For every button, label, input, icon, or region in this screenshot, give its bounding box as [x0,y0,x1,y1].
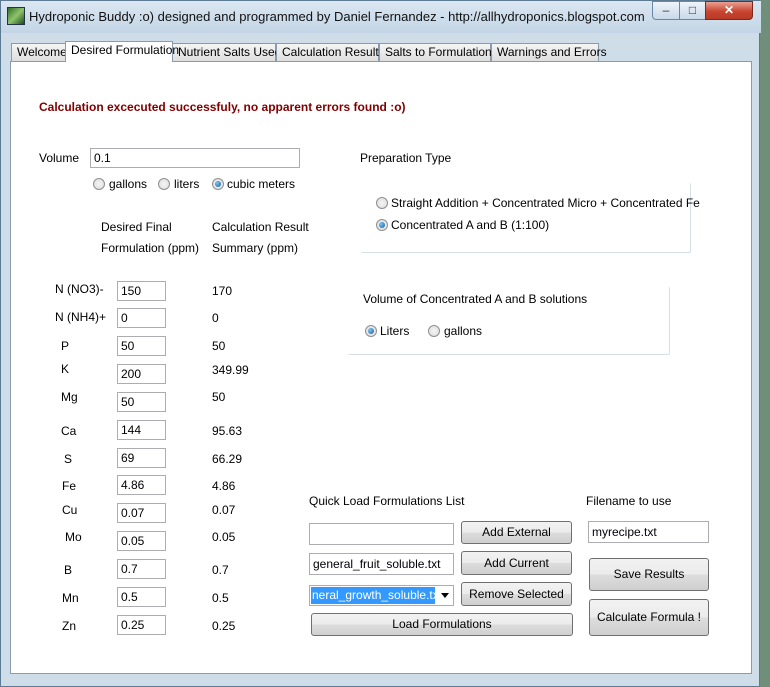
unit-liters-label[interactable]: liters [174,177,199,191]
nutrient-label-k: K [61,362,70,376]
plant-app-icon [7,7,25,25]
volume-label: Volume [39,151,80,165]
result-fe: 4.86 [212,479,236,493]
tab-salts-to-formulations[interactable]: Salts to Formulations [379,43,498,61]
calculate-formula-button[interactable]: Calculate Formula ! [589,599,709,636]
minimize-button[interactable]: – [652,1,680,20]
save-results-button[interactable]: Save Results [589,558,709,591]
nutrient-label-cu: Cu [62,503,78,517]
tab-desired-formulation[interactable]: Desired Formulation [65,41,179,62]
result-n-nh4: 0 [212,311,219,325]
nutrient-label-mg: Mg [61,390,78,404]
desired-zn-input[interactable]: 0.25 [117,615,166,635]
remove-selected-button[interactable]: Remove Selected [461,582,572,606]
result-mn: 0.5 [212,591,229,605]
desired-mg-input[interactable]: 50 [117,392,166,412]
maximize-button[interactable]: □ [679,1,706,20]
tab-welcome[interactable]: Welcome [11,43,67,61]
tab-warnings-and-errors[interactable]: Warnings and Errors [491,43,607,61]
result-mg: 50 [212,390,226,404]
result-n-no3: 170 [212,284,233,298]
concentrate-liters-radio[interactable] [365,325,377,337]
unit-liters-radio[interactable] [158,178,170,190]
result-b: 0.7 [212,563,229,577]
unit-gallons-label[interactable]: gallons [109,177,147,191]
status-message: Calculation excecuted successfuly, no ap… [39,100,406,114]
tab-nutrient-salts-used[interactable]: Nutrient Salts Used [172,43,281,61]
chevron-down-icon[interactable] [441,593,449,598]
volume-input[interactable]: 0.1 [90,148,300,168]
desired-formulation-panel: Calculation excecuted successfuly, no ap… [10,61,752,674]
concentrate-gallons-radio[interactable] [428,325,440,337]
prep-straight-addition-label[interactable]: Straight Addition + Concentrated Micro +… [391,196,700,210]
result-header-line2: Summary (ppm) [212,241,299,255]
desired-p-input[interactable]: 50 [117,336,166,356]
prep-straight-addition-radio[interactable] [376,197,388,209]
concentrate-liters-label[interactable]: Liters [380,324,409,338]
result-header-line1: Calculation Result [212,220,309,234]
nutrient-label-fe: Fe [62,479,77,493]
desired-fe-input[interactable]: 4.86 [117,475,166,495]
result-s: 66.29 [212,452,243,466]
filename-input[interactable]: myrecipe.txt [588,521,709,543]
desired-s-input[interactable]: 69 [117,448,166,468]
formulation-select-value: neral_growth_soluble.txt [311,587,435,604]
add-external-button[interactable]: Add External [461,521,572,544]
desired-mn-input[interactable]: 0.5 [117,587,166,607]
filename-label: Filename to use [586,494,672,508]
desired-n-nh4-input[interactable]: 0 [117,308,166,328]
result-p: 50 [212,339,226,353]
prep-concentrated-ab-radio[interactable] [376,219,388,231]
result-cu: 0.07 [212,503,236,517]
desired-header-line1: Desired Final [101,220,172,234]
app-window: Hydroponic Buddy :o) designed and progra… [0,0,761,687]
nutrient-label-s: S [64,452,73,466]
desired-header-line2: Formulation (ppm) [101,241,200,255]
nutrient-label-n-no3: N (NO3)- [55,282,104,296]
concentrate-gallons-label[interactable]: gallons [444,324,482,338]
close-button[interactable]: ✕ [705,1,753,20]
nutrient-label-n-nh4: N (NH4)+ [55,310,107,324]
current-formulation-input[interactable]: general_fruit_soluble.txt [309,553,454,575]
unit-gallons-radio[interactable] [93,178,105,190]
concentrate-volume-label: Volume of Concentrated A and B solutions [363,292,588,306]
nutrient-label-b: B [64,563,73,577]
desired-cu-input[interactable]: 0.07 [117,503,166,523]
external-formulation-input[interactable] [309,523,454,545]
tab-calculation-results[interactable]: Calculation Results [276,43,385,61]
desired-mo-input[interactable]: 0.05 [117,531,166,551]
quick-load-label: Quick Load Formulations List [309,494,465,508]
nutrient-label-mn: Mn [62,591,79,605]
formulation-select[interactable]: neral_growth_soluble.txt [309,585,454,606]
title-bar[interactable]: Hydroponic Buddy :o) designed and progra… [1,1,761,33]
preparation-type-label: Preparation Type [360,151,452,165]
result-k: 349.99 [212,363,249,377]
result-ca: 95.63 [212,424,243,438]
load-formulations-button[interactable]: Load Formulations [311,613,573,636]
nutrient-label-mo: Mo [65,530,82,544]
desired-k-input[interactable]: 200 [117,364,166,384]
nutrient-label-ca: Ca [61,424,77,438]
desired-ca-input[interactable]: 144 [117,420,166,440]
result-mo: 0.05 [212,530,236,544]
desired-n-no3-input[interactable]: 150 [117,281,166,301]
nutrient-label-p: P [61,339,70,353]
window-title: Hydroponic Buddy :o) designed and progra… [29,9,645,24]
desired-b-input[interactable]: 0.7 [117,559,166,579]
result-zn: 0.25 [212,619,236,633]
unit-cubic-meters-label[interactable]: cubic meters [227,177,295,191]
nutrient-label-zn: Zn [62,619,77,633]
unit-cubic-meters-radio[interactable] [212,178,224,190]
add-current-button[interactable]: Add Current [461,551,572,575]
prep-concentrated-ab-label[interactable]: Concentrated A and B (1:100) [391,218,549,232]
